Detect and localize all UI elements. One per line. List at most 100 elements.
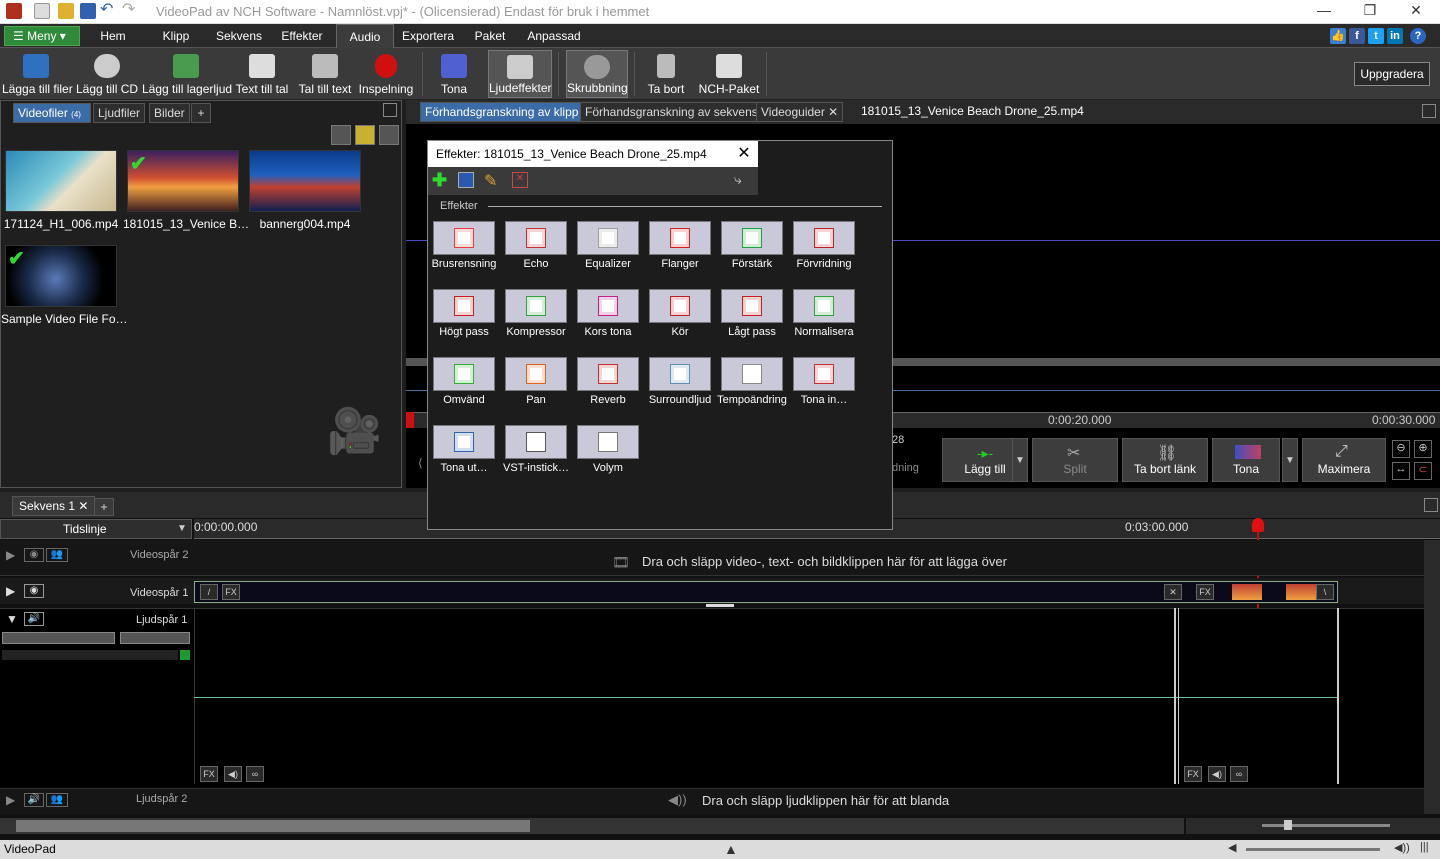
minimize-icon[interactable]: — [1304,2,1344,18]
effect-item[interactable]: Tona in… [788,355,860,417]
undock-icon[interactable] [383,103,397,117]
tab-audio[interactable]: Audio [336,24,394,48]
add-files-button[interactable]: Lägga till filer [2,50,73,98]
effect-item[interactable]: Förvridning [788,219,860,281]
expand-icon[interactable]: ▶ [6,548,15,562]
fit-width-icon[interactable]: ↔ [1392,462,1410,480]
fx-icon[interactable]: FX [200,766,218,782]
maximize-button[interactable]: ⤢ Maximera [1302,438,1386,482]
effect-item[interactable]: Brusrensning [428,219,500,281]
tab-paket[interactable]: Paket [466,24,514,48]
expand-up-icon[interactable]: ▲ [724,841,738,857]
effect-item[interactable]: Surroundljud [644,355,716,417]
timeline-mode-select[interactable]: Tidslinje ▼ [0,519,192,539]
add-sequence-button[interactable]: + [94,498,114,516]
tab-sequence-preview[interactable]: Förhandsgranskning av sekvens [580,102,763,122]
tab-clip-preview[interactable]: Förhandsgranskning av klipp [420,102,584,122]
media-thumbnail[interactable]: ✔ [127,150,239,212]
zoom-slider[interactable] [1262,824,1390,827]
add-cd-button[interactable]: Lägg till CD [76,50,138,98]
expand-icon[interactable]: ▶ [6,793,15,807]
split-button[interactable]: ✂ Split [1032,438,1118,482]
link-icon[interactable]: ∞ [246,766,264,782]
people-icon[interactable]: 👥 [46,548,68,562]
list-view-icon[interactable] [379,125,399,145]
tab-klipp[interactable]: Klipp [150,24,202,48]
zoom-out-icon[interactable]: ⊖ [1392,440,1410,458]
effect-item[interactable]: Pan [500,355,572,417]
text-to-speech-button[interactable]: Text till tal [234,50,290,98]
playhead-handle[interactable] [1252,518,1264,532]
fade-out-handle[interactable]: \ [1316,584,1334,600]
add-bin-tab-button[interactable]: + [191,103,211,123]
close-icon[interactable]: ✕ [1396,2,1436,19]
trash-icon[interactable] [331,125,351,145]
zoom-slider-thumb[interactable] [1284,820,1292,830]
master-volume-slider[interactable] [1246,848,1380,851]
media-thumbnail[interactable] [249,150,361,212]
save-icon[interactable] [80,3,96,19]
help-icon[interactable]: ? [1410,28,1426,44]
twitter-icon[interactable]: t [1368,28,1384,44]
open-folder-icon[interactable] [58,3,74,19]
fx-icon[interactable]: FX [1196,584,1214,600]
fade-in-handle[interactable]: / [200,584,218,600]
undock-icon[interactable] [1422,104,1436,118]
effect-item[interactable]: Tempoändring [716,355,788,417]
upgrade-button[interactable]: Uppgradera [1354,62,1430,86]
effect-item[interactable]: Echo [500,219,572,281]
link-icon[interactable]: ∞ [1230,766,1248,782]
add-stock-audio-button[interactable]: Lägg till lagerljud [142,50,232,98]
audio-effects-button[interactable]: Ljudeffekter [488,50,552,98]
speaker-icon[interactable]: 🔊 [24,612,44,626]
speaker-icon[interactable]: ◀)) [1394,841,1410,854]
eye-icon[interactable]: ◉ [24,548,44,562]
fade-clip-button[interactable]: Tona [1212,438,1280,482]
tab-video-files[interactable]: Videofiler (4) [13,103,91,123]
speaker-icon[interactable]: ◀) [1208,766,1226,782]
effect-item[interactable]: Kör [644,287,716,349]
fade-dropdown-icon[interactable]: ▼ [1282,438,1298,482]
tab-sequence-1[interactable]: Sekvens 1 ✕ [12,496,96,516]
zoom-in-icon[interactable]: ⊕ [1414,440,1432,458]
vertical-scrollbar[interactable] [1424,540,1440,814]
effect-item[interactable]: Tona ut… [428,423,500,485]
magnet-icon[interactable]: ⊂ [1414,462,1432,480]
tab-hem[interactable]: Hem [88,24,138,48]
tab-effekter[interactable]: Effekter [274,24,330,48]
playhead-marker[interactable] [406,412,414,428]
effect-item[interactable]: Equalizer [572,219,644,281]
effect-item[interactable]: Lågt pass [716,287,788,349]
tab-sekvens[interactable]: Sekvens [210,24,268,48]
volume-line[interactable] [194,697,1338,698]
fx-icon[interactable]: FX [222,584,240,600]
effect-item[interactable]: Normalisera [788,287,860,349]
tab-images[interactable]: Bilder [149,103,190,123]
undo-icon[interactable]: ↶ [100,2,116,19]
scrubbing-button[interactable]: Skrubbning [566,50,628,98]
fx-icon[interactable]: FX [1184,766,1202,782]
menu-button[interactable]: ☰ Meny ▾ [4,26,80,46]
tab-audio-files[interactable]: Ljudfiler [93,103,146,123]
recording-button[interactable]: Inspelning [358,50,414,98]
clip-drag-handle[interactable] [706,604,734,607]
transition-icon[interactable]: ✕ [1164,584,1182,600]
pan-slider[interactable] [120,632,190,644]
effect-item[interactable]: Reverb [572,355,644,417]
new-file-icon[interactable] [34,3,50,19]
tab-video-guides[interactable]: Videoguider ✕ [756,102,844,122]
new-folder-icon[interactable] [355,125,375,145]
delete-button[interactable]: Ta bort [640,50,692,98]
effect-item[interactable]: Flanger [644,219,716,281]
expand-icon[interactable]: ▶ [6,584,15,598]
media-thumbnail[interactable] [5,150,117,212]
effect-item[interactable]: Högt pass [428,287,500,349]
undock-icon[interactable] [1424,498,1438,512]
volume-icon[interactable]: ◀ [1228,841,1236,854]
people-icon[interactable]: 👥 [46,793,68,807]
speech-to-text-button[interactable]: Tal till text [296,50,354,98]
effect-item[interactable]: Omvänd [428,355,500,417]
collapse-icon[interactable]: ▼ [6,612,18,626]
unlink-button[interactable]: ⛓ Ta bort länk [1122,438,1208,482]
tab-anpassad[interactable]: Anpassad [522,24,586,48]
